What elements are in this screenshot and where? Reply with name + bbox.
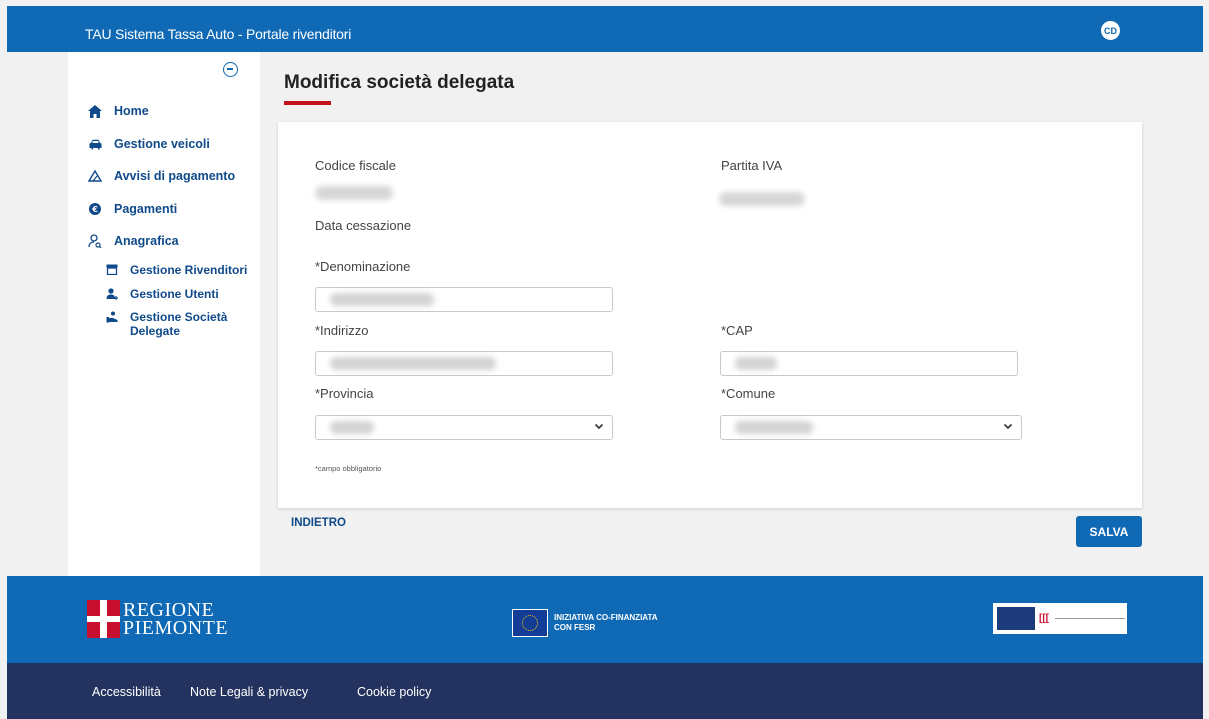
page-title: Modifica società delegata [284, 72, 515, 93]
eu-cofinanced-logo: INIZIATIVA CO-FINANZIATA CON FESR [512, 609, 658, 637]
app-window: TAU Sistema Tassa Auto - Portale rivendi… [7, 6, 1203, 719]
partita-iva-value [719, 192, 805, 206]
partner-logo: [[[ [993, 603, 1127, 634]
car-icon [88, 137, 102, 151]
store-icon [106, 263, 118, 276]
warning-icon [88, 169, 102, 183]
codice-fiscale-value [315, 186, 393, 200]
footer-link-accessibilita[interactable]: Accessibilità [92, 685, 161, 699]
regione-piemonte-logo: REGIONE PIEMONTE [87, 600, 228, 638]
save-button[interactable]: SALVA [1076, 516, 1142, 547]
indirizzo-input[interactable] [315, 351, 613, 376]
euro-icon: € [88, 202, 102, 216]
sidebar-item-anagrafica[interactable]: Anagrafica [88, 234, 179, 248]
chevron-down-icon [594, 421, 604, 434]
user-search-icon [88, 234, 102, 248]
required-note: *campo obbligatorio [315, 464, 382, 473]
footer-link-cookie-policy[interactable]: Cookie policy [357, 685, 431, 699]
cap-label: *CAP [721, 323, 753, 338]
regione-line2: PIEMONTE [123, 617, 229, 639]
chevron-down-icon [1003, 421, 1013, 434]
sidebar-item-pagamenti[interactable]: € Pagamenti [88, 202, 177, 216]
codice-fiscale-label: Codice fiscale [315, 158, 396, 173]
app-header: TAU Sistema Tassa Auto - Portale rivendi… [7, 6, 1203, 52]
sidebar-item-gestione-rivenditori[interactable]: Gestione Rivenditori [106, 263, 247, 277]
handshake-icon [106, 310, 118, 323]
home-icon [88, 104, 102, 118]
sidebar-item-gestione-societa-delegate[interactable]: Gestione Società Delegate [106, 310, 231, 338]
piemonte-flag-icon [87, 600, 120, 638]
sidebar-item-home[interactable]: Home [88, 104, 149, 118]
denominazione-input[interactable] [315, 287, 613, 312]
data-cessazione-label: Data cessazione [315, 218, 412, 233]
footer-logos: REGIONE PIEMONTE INIZIATIVA CO-FINANZIAT… [7, 576, 1203, 663]
footer-links: Accessibilità Note Legali & privacy Cook… [7, 663, 1203, 719]
svg-text:€: € [91, 205, 98, 214]
eu-line2: CON FESR [554, 623, 596, 632]
sidebar-item-gestione-veicoli[interactable]: Gestione veicoli [88, 137, 210, 151]
user-add-icon [106, 287, 118, 300]
indirizzo-label: *Indirizzo [315, 323, 369, 338]
sidebar-subitem-label: Gestione Utenti [130, 287, 219, 301]
sidebar-item-label: Gestione veicoli [114, 137, 210, 151]
piemonte-partner-icon [997, 607, 1035, 630]
comune-select[interactable] [720, 415, 1022, 440]
sidebar-item-label: Home [114, 104, 149, 118]
footer-link-note-legali[interactable]: Note Legali & privacy [190, 685, 308, 699]
app-title: TAU Sistema Tassa Auto - Portale rivendi… [85, 26, 352, 42]
title-underline [284, 101, 331, 105]
sidebar-subitem-label: Gestione Rivenditori [130, 263, 248, 277]
csi-mark-icon: [[[ [1039, 613, 1049, 624]
sidebar-item-label: Avvisi di pagamento [114, 169, 236, 183]
denominazione-label: *Denominazione [315, 259, 411, 274]
eu-flag-icon [512, 609, 548, 637]
sidebar-item-label: Anagrafica [114, 234, 179, 248]
sidebar-item-gestione-utenti[interactable]: Gestione Utenti [106, 287, 219, 301]
sidebar-item-label: Pagamenti [114, 202, 178, 216]
provincia-label: *Provincia [315, 386, 374, 401]
partita-iva-label: Partita IVA [721, 158, 783, 173]
form-card: Codice fiscale Partita IVA Data cessazio… [278, 122, 1142, 508]
back-link[interactable]: INDIETRO [291, 517, 346, 529]
user-avatar[interactable]: CD [1101, 21, 1120, 40]
collapse-sidebar-icon[interactable] [223, 62, 238, 77]
sidebar-item-avvisi-di-pagamento[interactable]: Avvisi di pagamento [88, 169, 235, 183]
provincia-select[interactable] [315, 415, 613, 440]
cap-input[interactable] [720, 351, 1018, 376]
sidebar: Home Gestione veicoli Avvisi di pagament… [68, 52, 260, 576]
eu-line1: INIZIATIVA CO-FINANZIATA [554, 613, 658, 622]
sidebar-subitem-label: Gestione Società Delegate [130, 310, 228, 338]
comune-label: *Comune [721, 386, 776, 401]
